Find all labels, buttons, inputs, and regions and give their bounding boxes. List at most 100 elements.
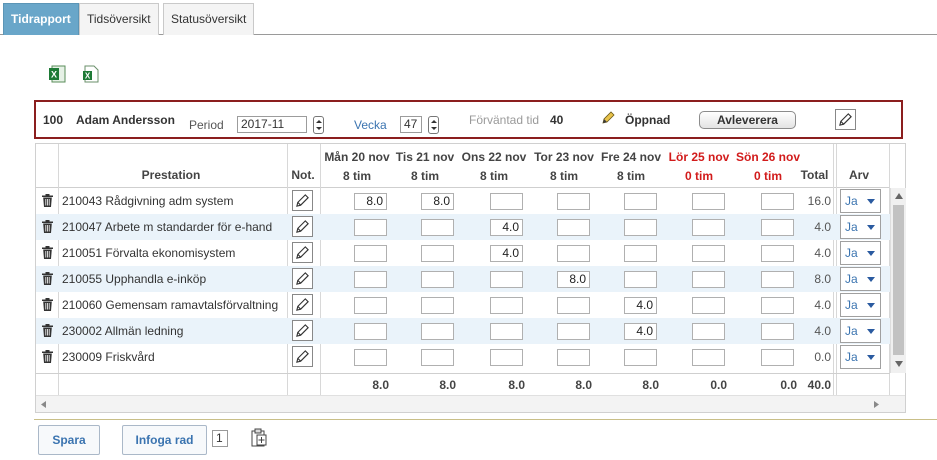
note-edit-button[interactable]	[292, 320, 313, 341]
table-row: 210060 Gemensam ramavtalsförvaltning 4.0 4…	[36, 292, 890, 318]
note-edit-button[interactable]	[292, 346, 313, 367]
delete-row-icon[interactable]	[42, 246, 53, 259]
excel-export-icon[interactable]: X	[81, 65, 99, 83]
arv-select[interactable]: Ja	[840, 319, 881, 343]
hours-input[interactable]	[692, 349, 725, 366]
hours-input[interactable]	[557, 193, 590, 210]
arv-select[interactable]: Ja	[840, 215, 881, 239]
arv-select[interactable]: Ja	[840, 189, 881, 213]
delete-row-icon[interactable]	[42, 324, 53, 337]
excel-icon[interactable]: X	[48, 65, 66, 83]
arv-select[interactable]: Ja	[840, 267, 881, 291]
hours-input[interactable]	[761, 271, 794, 288]
hours-input[interactable]: 8.0	[421, 193, 454, 210]
edit-header-button[interactable]	[835, 109, 856, 130]
submit-button[interactable]: Avleverera	[699, 111, 796, 129]
hours-input[interactable]	[490, 271, 523, 288]
hours-input[interactable]	[761, 245, 794, 262]
vertical-scrollbar[interactable]	[890, 188, 906, 373]
hours-input[interactable]	[354, 245, 387, 262]
insert-row-button[interactable]: Infoga rad	[122, 425, 207, 455]
hours-input[interactable]	[624, 271, 657, 288]
delete-row-icon[interactable]	[42, 298, 53, 311]
hours-input[interactable]	[761, 297, 794, 314]
scroll-down-icon[interactable]	[895, 361, 903, 367]
period-input[interactable]: 2017-11	[237, 116, 307, 133]
hours-input[interactable]	[557, 219, 590, 236]
delete-row-icon[interactable]	[42, 272, 53, 285]
week-input[interactable]: 47	[400, 116, 422, 133]
tab-tidrapport[interactable]: Tidrapport	[3, 3, 79, 35]
hours-input[interactable]: 4.0	[490, 219, 523, 236]
period-spinner[interactable]	[313, 116, 324, 134]
footer-divider	[34, 419, 937, 420]
hours-input[interactable]	[490, 349, 523, 366]
arv-select[interactable]: Ja	[840, 345, 881, 369]
hours-input[interactable]	[421, 271, 454, 288]
arv-select[interactable]: Ja	[840, 241, 881, 265]
hours-input[interactable]	[761, 219, 794, 236]
hours-input[interactable]	[421, 245, 454, 262]
hours-input[interactable]	[490, 297, 523, 314]
row-total: 4.0	[814, 220, 831, 234]
hours-input[interactable]	[421, 297, 454, 314]
day-hours-1: 8 tim	[342, 169, 371, 183]
user-name: Adam Andersson	[76, 113, 175, 127]
hours-input[interactable]: 8.0	[354, 193, 387, 210]
hours-input[interactable]	[624, 349, 657, 366]
hours-input[interactable]: 8.0	[557, 271, 590, 288]
hours-input[interactable]	[490, 193, 523, 210]
save-button[interactable]: Spara	[38, 425, 100, 455]
day-hours-3: 8 tim	[479, 169, 508, 183]
hours-input[interactable]	[354, 271, 387, 288]
delete-row-icon[interactable]	[42, 220, 53, 233]
hours-input[interactable]	[557, 323, 590, 340]
hours-input[interactable]: 4.0	[490, 245, 523, 262]
hours-input[interactable]	[692, 323, 725, 340]
hours-input[interactable]: 4.0	[624, 323, 657, 340]
paste-clipboard-icon[interactable]	[250, 428, 268, 447]
hours-input[interactable]	[624, 245, 657, 262]
prestation-name: 230009 Friskvård	[62, 350, 155, 364]
hours-input[interactable]	[354, 297, 387, 314]
hours-input[interactable]	[692, 219, 725, 236]
hours-input[interactable]: 4.0	[624, 297, 657, 314]
hours-input[interactable]	[557, 349, 590, 366]
arv-select[interactable]: Ja	[840, 293, 881, 317]
scroll-left-icon[interactable]	[41, 401, 46, 408]
note-edit-button[interactable]	[292, 294, 313, 315]
hours-input[interactable]	[354, 349, 387, 366]
hours-input[interactable]	[354, 323, 387, 340]
note-edit-button[interactable]	[292, 242, 313, 263]
hours-input[interactable]	[624, 219, 657, 236]
scroll-up-icon[interactable]	[895, 193, 903, 199]
tab-statusoversikt[interactable]: Statusöversikt	[163, 3, 255, 35]
hours-input[interactable]	[557, 297, 590, 314]
hours-input[interactable]	[421, 349, 454, 366]
insert-row-count-input[interactable]: 1	[212, 430, 228, 447]
hours-input[interactable]	[557, 245, 590, 262]
scroll-thumb[interactable]	[893, 205, 904, 355]
hours-input[interactable]	[692, 271, 725, 288]
note-edit-button[interactable]	[292, 268, 313, 289]
hours-input[interactable]	[490, 323, 523, 340]
scroll-right-icon[interactable]	[874, 401, 879, 408]
note-edit-button[interactable]	[292, 190, 313, 211]
week-spinner[interactable]	[428, 116, 439, 134]
day-hours-6: 0 tim	[684, 169, 713, 183]
hours-input[interactable]	[692, 245, 725, 262]
tab-tidsoversikt[interactable]: Tidsöversikt	[79, 3, 159, 35]
note-edit-button[interactable]	[292, 216, 313, 237]
hours-input[interactable]	[692, 297, 725, 314]
hours-input[interactable]	[421, 219, 454, 236]
hours-input[interactable]	[624, 193, 657, 210]
hours-input[interactable]	[354, 219, 387, 236]
horizontal-scrollbar[interactable]	[36, 395, 905, 412]
delete-row-icon[interactable]	[42, 350, 53, 363]
hours-input[interactable]	[761, 349, 794, 366]
hours-input[interactable]	[421, 323, 454, 340]
hours-input[interactable]	[692, 193, 725, 210]
delete-row-icon[interactable]	[42, 194, 53, 207]
hours-input[interactable]	[761, 193, 794, 210]
hours-input[interactable]	[761, 323, 794, 340]
